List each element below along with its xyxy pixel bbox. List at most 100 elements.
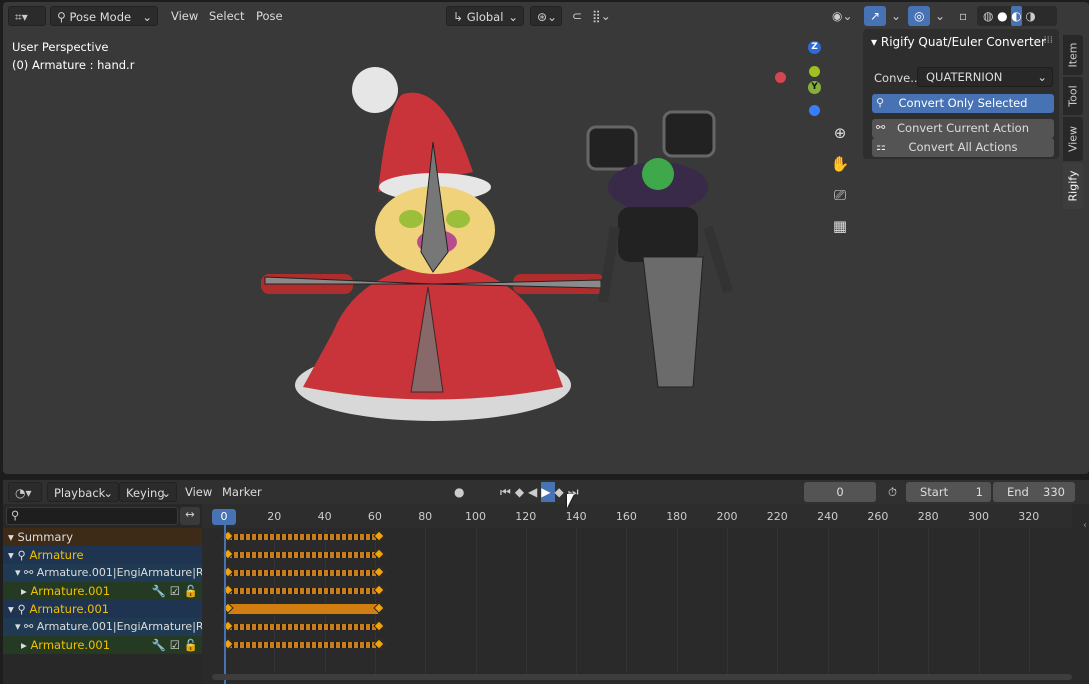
channel-label: Armature.001|EngiArmature|Ru <box>36 566 202 579</box>
record-button[interactable]: ● <box>448 482 470 502</box>
keyframe-strip[interactable] <box>228 604 378 614</box>
channel-label: Armature.001 <box>30 638 111 652</box>
current-frame-field[interactable]: 0 <box>804 482 876 502</box>
playhead-frame-badge[interactable]: 0 <box>212 509 236 525</box>
tab-view[interactable]: View <box>1063 117 1083 161</box>
channel-group[interactable]: ▸ Armature.001 🔧 ☑ 🔓 <box>3 636 202 654</box>
channel-summary[interactable]: ▾ Summary <box>3 528 202 546</box>
convert-all-actions-button[interactable]: ⚏ Convert All Actions <box>872 138 1054 157</box>
stopwatch-icon[interactable]: ⏱ <box>882 482 903 502</box>
ruler-tick-label: 220 <box>766 510 788 523</box>
actions-icon: ⚏ <box>876 140 886 153</box>
keyframe-strip[interactable] <box>228 588 378 594</box>
jump-start-icon[interactable]: ⏮ <box>500 482 515 502</box>
ruler-tick-label: 180 <box>666 510 688 523</box>
gizmo-z-neg[interactable] <box>809 105 820 116</box>
armature-icon: ⚲ <box>876 96 885 109</box>
gizmo-y-pos[interactable] <box>809 66 820 77</box>
timeline-header: ◔▾ Playback ⌄ Keying ⌄ View Marker ● ⏮◆◀▶◆… <box>3 480 1089 504</box>
gizmo-z-axis[interactable]: Z <box>808 41 821 54</box>
zoom-icon[interactable]: ⊕ <box>826 119 854 147</box>
keyframe-row <box>202 528 1072 546</box>
expand-arrow-icon: ▾ <box>8 602 14 616</box>
channel-action[interactable]: ▾ ⚯ Armature.001|EngiArmature|Ru <box>3 618 202 636</box>
tab-item[interactable]: Item <box>1063 35 1083 75</box>
chevron-down-icon: ⌄ <box>103 486 113 500</box>
button-label: Convert Only Selected <box>898 96 1028 110</box>
channel-label: Armature <box>29 548 84 562</box>
panel-title-text: Rigify Quat/Euler Converter <box>880 35 1046 49</box>
playback-controls[interactable]: ⏮◆◀▶◆⏭ <box>494 482 589 502</box>
channel-armature[interactable]: ▾ ⚲ Armature <box>3 546 202 564</box>
ruler-tick-label: 300 <box>968 510 989 523</box>
button-label: Convert All Actions <box>908 140 1018 154</box>
camera-icon[interactable]: ⎚ <box>826 181 854 209</box>
timeline-view-menu[interactable]: View <box>179 482 218 502</box>
frame-ruler[interactable]: 20 40 60 80 100 120 140 160 180 200 220 240 260 280 30… <box>202 504 1072 528</box>
left-eye <box>399 210 423 228</box>
marker-menu[interactable]: Marker <box>216 482 268 502</box>
3d-viewport[interactable]: ⌗▾ ⚲ Pose Mode ⌄ View Select Pose ↳ Globa… <box>3 2 1089 474</box>
channel-toggles[interactable]: 🔧 ☑ 🔓 <box>152 636 198 654</box>
channel-toggles[interactable]: 🔧 ☑ 🔓 <box>152 582 198 600</box>
button-label: Convert Current Action <box>897 121 1029 135</box>
keyframe-row <box>202 636 1072 654</box>
keyframe-strip[interactable] <box>228 624 378 630</box>
expand-arrow-icon: ▾ <box>8 548 14 562</box>
convert-label: Conve... <box>874 71 922 85</box>
channel-group[interactable]: ▸ Armature.001 🔧 ☑ 🔓 <box>3 582 202 600</box>
sidebar-toggle-icon[interactable]: ‹ <box>1083 520 1087 531</box>
sidebar-tabs: Item Tool View Rigify <box>1063 29 1085 469</box>
grid-perspective-icon[interactable]: ▦ <box>826 212 854 240</box>
armature-icon: ⚲ <box>17 548 26 562</box>
hand-pan-icon[interactable]: ✋ <box>826 150 854 178</box>
playback-menu[interactable]: Playback ⌄ <box>47 482 119 502</box>
channel-action[interactable]: ▾ ⚯ Armature.001|EngiArmature|Ru <box>3 564 202 582</box>
keyframe-strip[interactable] <box>228 642 378 648</box>
play-icon[interactable]: ▶ <box>541 482 555 502</box>
keyframe-row <box>202 618 1072 636</box>
expand-arrow-icon: ▾ <box>15 566 21 579</box>
keying-label: Keying <box>126 486 165 500</box>
keyframe-strip[interactable] <box>228 552 378 558</box>
rotation-mode-select[interactable]: QUATERNION ⌄ <box>917 67 1053 87</box>
channel-armature-001[interactable]: ▾ ⚲ Armature.001 <box>3 600 202 618</box>
expand-arrow-icon: ▾ <box>8 530 14 544</box>
tab-rigify[interactable]: Rigify <box>1063 163 1083 209</box>
swap-icon[interactable]: ↔ <box>180 507 200 525</box>
mouse-cursor <box>567 494 574 508</box>
convert-only-selected-button[interactable]: ⚲ Convert Only Selected <box>872 94 1054 113</box>
channel-search-input[interactable]: ⚲ <box>6 507 178 525</box>
prev-keyframe-icon[interactable]: ◆ <box>515 482 528 502</box>
record-icon: ● <box>454 485 465 499</box>
channel-label: Armature.001|EngiArmature|Ru <box>36 620 202 633</box>
panel-title[interactable]: ▾ Rigify Quat/Euler Converter <box>871 35 1046 49</box>
gizmo-x-neg[interactable] <box>775 72 786 83</box>
next-keyframe-icon[interactable]: ◆ <box>555 482 568 502</box>
ruler-tick-label: 240 <box>817 510 839 523</box>
convert-current-action-button[interactable]: ⚯ Convert Current Action <box>872 119 1054 138</box>
editor-type-button[interactable]: ◔▾ <box>8 482 42 502</box>
horizontal-scrollbar[interactable] <box>212 674 1072 680</box>
drag-grip-icon[interactable]: ⁞⁞⁞ <box>1043 35 1053 46</box>
dopesheet-area[interactable]: 20 40 60 80 100 120 140 160 180 200 220 240 260 280 30… <box>202 504 1089 684</box>
channel-label: Summary <box>17 530 74 544</box>
end-label: End <box>1007 485 1029 499</box>
start-frame-field[interactable]: Start 1 <box>906 482 991 502</box>
navigation-gizmo[interactable]: Z Y <box>771 38 841 118</box>
keyframe-row <box>202 564 1072 582</box>
hat-pompom <box>352 67 398 113</box>
keying-menu[interactable]: Keying ⌄ <box>119 482 177 502</box>
play-reverse-icon[interactable]: ◀ <box>528 482 541 502</box>
clock-icon: ◔▾ <box>15 486 32 500</box>
tab-label: Tool <box>1066 85 1080 107</box>
tab-tool[interactable]: Tool <box>1063 77 1083 115</box>
collapse-arrow-icon: ▾ <box>871 35 878 49</box>
end-frame-field[interactable]: End 330 <box>993 482 1075 502</box>
playhead-line[interactable] <box>224 525 226 684</box>
keyframe-strip[interactable] <box>228 534 378 540</box>
keyframe-strip[interactable] <box>228 570 378 576</box>
gizmo-y-axis[interactable]: Y <box>808 81 821 94</box>
rotation-mode-value: QUATERNION <box>926 70 1003 84</box>
chevron-down-icon: ⌄ <box>161 486 171 500</box>
